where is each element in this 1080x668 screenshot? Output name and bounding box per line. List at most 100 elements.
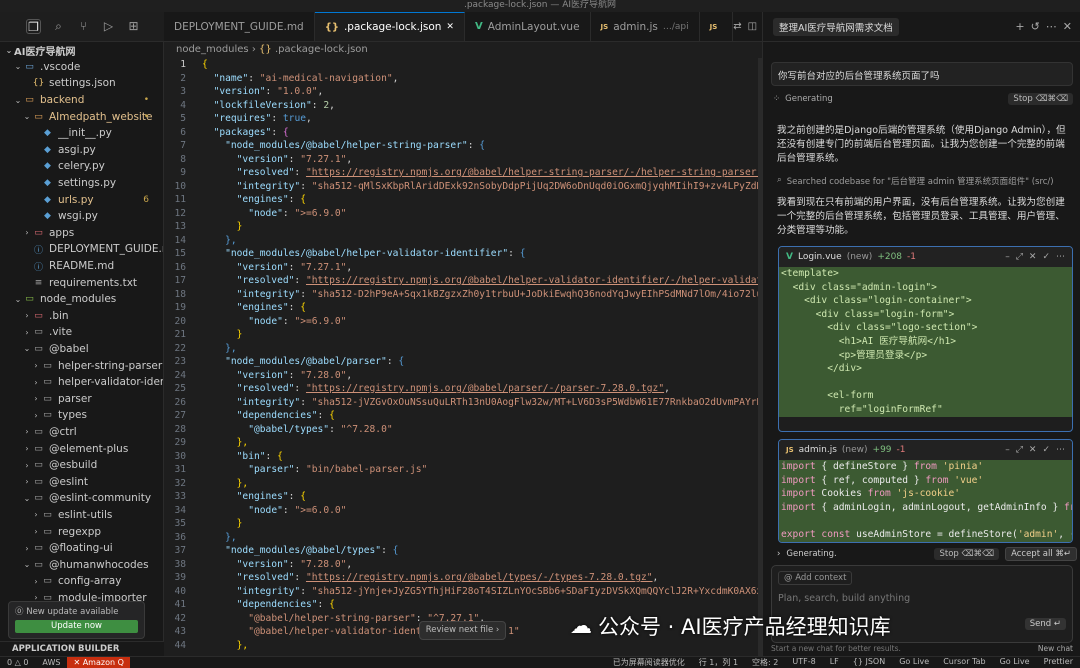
tree-file[interactable]: ◆ wsgi.py <box>0 208 163 225</box>
tree-file[interactable]: {} settings.json <box>0 75 163 92</box>
accept-icon[interactable]: ✓ <box>1042 252 1050 262</box>
editor-tab[interactable]: DEPLOYMENT_GUIDE.md <box>164 12 315 41</box>
tree-folder[interactable]: ⌄ ▭ @babel <box>0 341 163 358</box>
tree-root[interactable]: ⌄ AI医疗导航网 <box>0 42 163 59</box>
diff-code[interactable]: import { defineStore } from 'pinia' impor… <box>779 460 1072 542</box>
minus-icon[interactable]: – <box>1005 252 1010 262</box>
breadcrumb-file[interactable]: .package-lock.json <box>275 44 368 55</box>
update-now-button[interactable]: Update now <box>15 620 138 633</box>
chevron-right-icon[interactable]: › <box>777 549 780 559</box>
codebase-search-step[interactable]: ⌕ Searched codebase for "后台管理 admin 管理系统… <box>777 175 1073 187</box>
status-item[interactable]: LF <box>823 657 846 668</box>
tree-file[interactable]: ≡ requirements.txt <box>0 274 163 291</box>
explorer-icon[interactable]: ❐ <box>26 19 41 34</box>
code-text: "parser": "bin/babel-parser.js" <box>202 463 427 477</box>
tree-folder[interactable]: ⌄ ▭ .vscode <box>0 59 163 76</box>
accept-icon[interactable]: ✓ <box>1042 445 1050 455</box>
tree-folder[interactable]: › ▭ @floating-ui <box>0 540 163 557</box>
extensions-icon[interactable]: ⊞ <box>126 19 141 34</box>
editor-tab[interactable]: V AdminLayout.vue <box>465 12 591 41</box>
tree-folder[interactable]: › ▭ @esbuild <box>0 457 163 474</box>
amazon-q-status[interactable]: ✕ Amazon Q <box>67 657 130 668</box>
tree-folder[interactable]: › ▭ eslint-utils <box>0 507 163 524</box>
tab-label: DEPLOYMENT_GUIDE.md <box>174 20 304 33</box>
tree-file[interactable]: ◆ urls.py 6 <box>0 191 163 208</box>
status-item[interactable]: Prettier <box>1037 657 1080 668</box>
status-item[interactable]: Go Live <box>993 657 1037 668</box>
breadcrumb-folder[interactable]: node_modules <box>176 44 249 55</box>
status-item[interactable]: 空格: 2 <box>745 657 785 668</box>
code-line: 7 "node_modules/@babel/helper-string-par… <box>164 139 762 153</box>
chat-title[interactable]: 整理AI医疗导航网需求文档 <box>773 17 899 36</box>
tree-folder[interactable]: ⌄ ▭ @eslint-community <box>0 490 163 507</box>
close-icon[interactable]: ✕ <box>1063 20 1072 33</box>
editor-tab[interactable]: JS <box>700 12 734 41</box>
accept-all-button[interactable]: Accept all ⌘↵ <box>1005 547 1077 561</box>
minus-icon[interactable]: – <box>1005 445 1010 455</box>
tree-folder[interactable]: ⌄ ▭ backend • <box>0 92 163 109</box>
split-editor-icon[interactable]: ◫ <box>748 21 757 32</box>
add-context-button[interactable]: @ Add context <box>778 571 853 585</box>
new-chat-link[interactable]: New chat <box>1038 644 1073 653</box>
tree-folder[interactable]: › ▭ parser <box>0 390 163 407</box>
expand-icon[interactable]: ⤢ <box>1016 252 1023 262</box>
history-icon[interactable]: ↺ <box>1031 20 1040 33</box>
tree-folder[interactable]: › ▭ config-array <box>0 573 163 590</box>
send-button[interactable]: Send ↵ <box>1024 618 1066 630</box>
user-message[interactable]: 你写前台对应的后台管理系统页面了吗 <box>771 62 1073 86</box>
more-icon[interactable]: ⋯ <box>1056 252 1065 262</box>
status-item[interactable]: 0 △ 0 <box>0 658 35 667</box>
close-icon[interactable]: ✕ <box>446 22 454 32</box>
stop-button[interactable]: Stop ⌫⌘⌫ <box>934 548 1000 560</box>
diff-header[interactable]: V Login.vue (new) +208 -1 – ⤢ ✕ ✓ ⋯ <box>779 247 1072 267</box>
tree-file[interactable]: ◆ asgi.py <box>0 142 163 159</box>
run-debug-icon[interactable]: ▷ <box>101 19 116 34</box>
js-file-icon: JS <box>709 22 718 31</box>
tree-folder[interactable]: › ▭ helper-validator-identi... <box>0 374 163 391</box>
plus-icon[interactable]: + <box>1015 20 1024 33</box>
tree-file[interactable]: ◆ celery.py <box>0 158 163 175</box>
tree-file[interactable]: ⓘ README.md <box>0 258 163 275</box>
diff-code[interactable]: <template> <div class="admin-login"> <di… <box>779 267 1072 417</box>
tree-folder[interactable]: › ▭ regexpp <box>0 523 163 540</box>
diff-header[interactable]: JS admin.js (new) +99 -1 – ⤢ ✕ ✓ ⋯ <box>779 440 1072 460</box>
application-builder-section[interactable]: APPLICATION BUILDER <box>0 641 164 656</box>
tree-file[interactable]: ◆ __init__.py <box>0 125 163 142</box>
status-item[interactable]: AWS <box>35 658 67 667</box>
code-editor[interactable]: 1{2 "name": "ai-medical-navigation", 3 "v… <box>164 58 762 656</box>
more-icon[interactable]: ⋯ <box>1046 20 1057 33</box>
status-item[interactable]: UTF-8 <box>785 657 822 668</box>
line-number: 22 <box>174 342 186 354</box>
reject-icon[interactable]: ✕ <box>1029 252 1037 262</box>
editor-tab[interactable]: JS admin.js …/api <box>591 12 700 41</box>
tree-folder[interactable]: ⌄ ▭ AImedpath_website • <box>0 108 163 125</box>
status-item[interactable]: Cursor Tab <box>936 657 992 668</box>
status-item[interactable]: 行 1，列 1 <box>692 657 745 668</box>
tree-folder[interactable]: › ▭ @ctrl <box>0 424 163 441</box>
tree-file[interactable]: ⓘ DEPLOYMENT_GUIDE.md <box>0 241 163 258</box>
tree-folder[interactable]: › ▭ .bin <box>0 308 163 325</box>
compare-icon[interactable]: ⇄ <box>733 21 741 32</box>
source-control-icon[interactable]: ⑂ <box>76 19 91 34</box>
chat-input[interactable] <box>778 590 1066 606</box>
more-icon[interactable]: ⋯ <box>1056 445 1065 455</box>
tree-folder[interactable]: › ▭ types <box>0 407 163 424</box>
tree-folder[interactable]: ⌄ ▭ node_modules <box>0 291 163 308</box>
reject-icon[interactable]: ✕ <box>1029 445 1037 455</box>
status-item[interactable]: Go Live <box>892 657 936 668</box>
tree-folder[interactable]: › ▭ .vite <box>0 324 163 341</box>
status-item[interactable]: 已为屏幕阅读器优化 <box>606 657 692 668</box>
tree-folder[interactable]: › ▭ helper-string-parser <box>0 357 163 374</box>
review-next-file-button[interactable]: Review next file › <box>419 621 506 640</box>
tree-folder[interactable]: › ▭ apps <box>0 225 163 242</box>
search-icon[interactable]: ⌕ <box>51 19 66 34</box>
tree-folder[interactable]: › ▭ @element-plus <box>0 440 163 457</box>
editor-tab[interactable]: {} .package-lock.json ✕ <box>314 12 465 41</box>
tree-folder[interactable]: › ▭ @eslint <box>0 473 163 490</box>
expand-icon[interactable]: ⤢ <box>1016 445 1023 455</box>
stop-button[interactable]: Stop ⌫⌘⌫ <box>1008 93 1073 105</box>
code-text: "integrity": "sha512-jVZGvOxOuNSsuQuLRTh… <box>202 396 762 410</box>
tree-file[interactable]: ◆ settings.py <box>0 175 163 192</box>
tree-folder[interactable]: ⌄ ▭ @humanwhocodes <box>0 556 163 573</box>
status-item[interactable]: {} JSON <box>846 657 892 668</box>
